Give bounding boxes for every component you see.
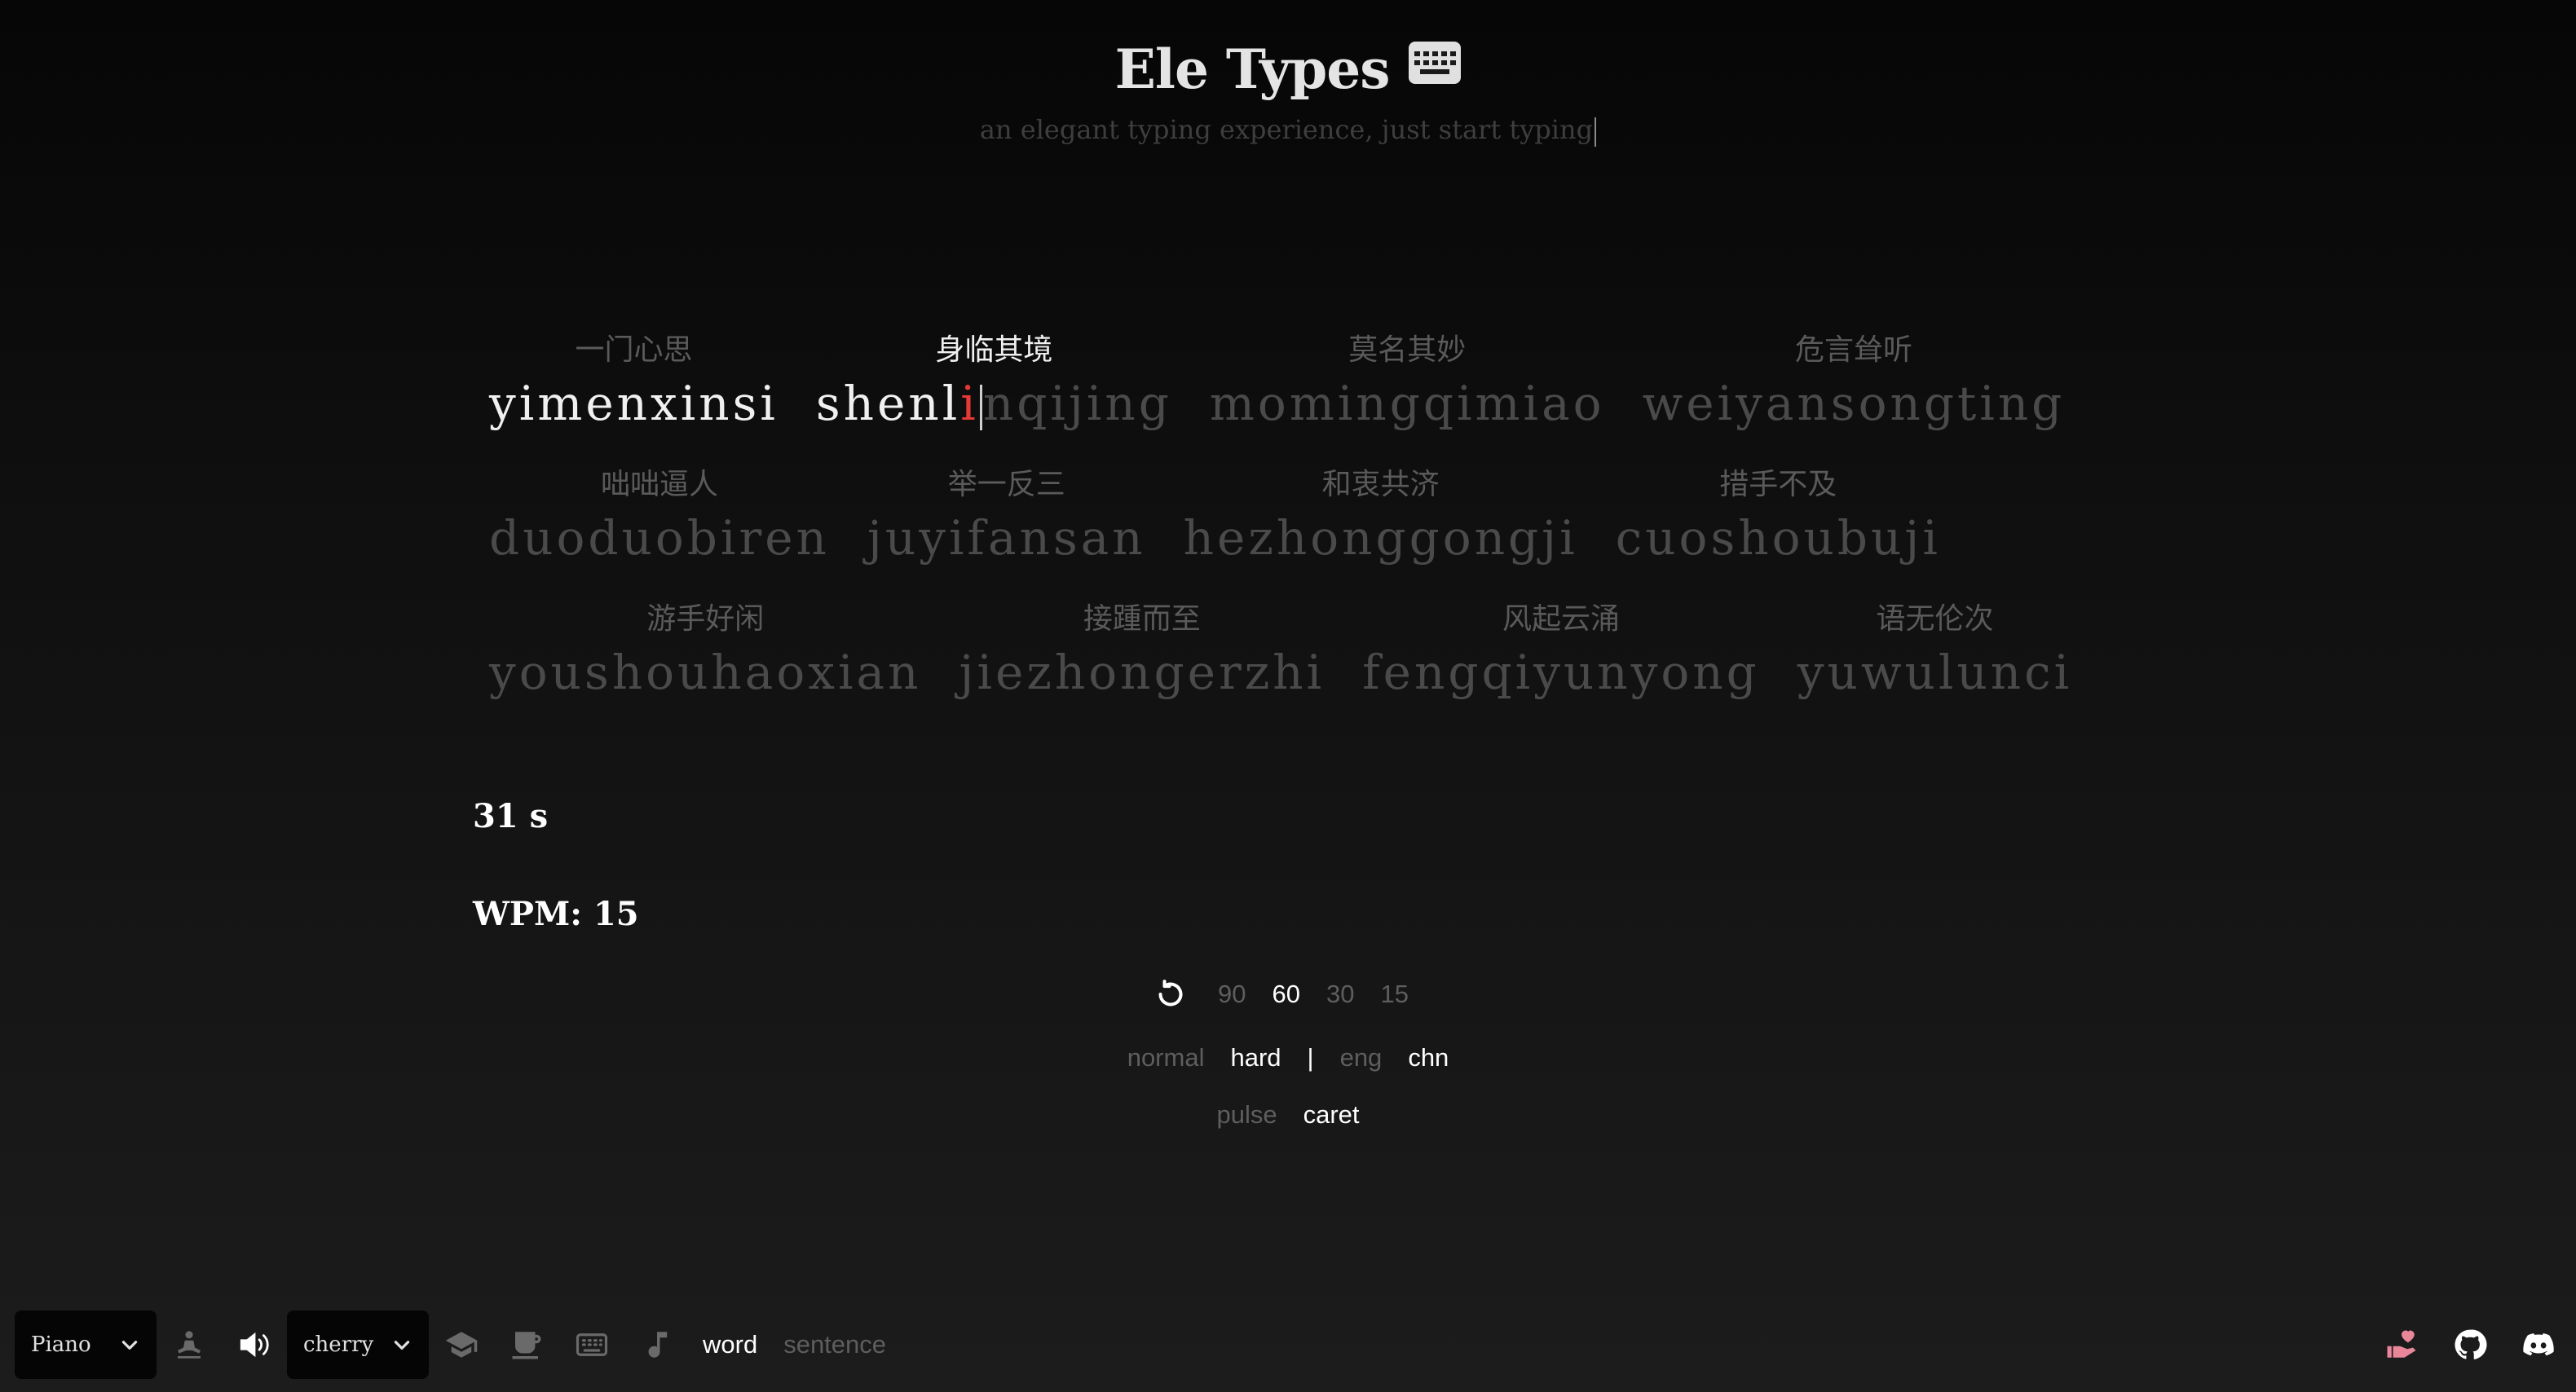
wrong-char: i bbox=[960, 376, 979, 431]
word-pinyin: hezhonggongji bbox=[1183, 510, 1578, 566]
graduation-cap-icon[interactable] bbox=[429, 1311, 494, 1379]
word-pinyin: juyifansan bbox=[867, 510, 1146, 566]
chevron-down-icon bbox=[121, 1341, 138, 1350]
word-pinyin: jiezhongerzhi bbox=[959, 645, 1325, 700]
title-row: Ele Types bbox=[0, 33, 2576, 106]
word-hanzi: 莫名其妙 bbox=[1348, 333, 1467, 367]
bottom-bar: Piano cherry word sentence bbox=[15, 1311, 899, 1379]
remaining-text: nqijing bbox=[982, 376, 1172, 431]
word-hanzi: 咄咄逼人 bbox=[600, 468, 718, 501]
word-hanzi: 举一反三 bbox=[947, 468, 1065, 501]
word-hanzi: 语无伦次 bbox=[1876, 602, 1994, 636]
keyboard-icon[interactable] bbox=[559, 1311, 624, 1379]
word-item: 措手不及 cuoshoubuji bbox=[1616, 465, 1941, 599]
word-item: 咄咄逼人 duoduobiren bbox=[489, 465, 830, 599]
typing-caret bbox=[979, 384, 982, 430]
word-hanzi: 措手不及 bbox=[1719, 468, 1837, 501]
caret-pulse[interactable]: pulse bbox=[1203, 1100, 1290, 1130]
word-pinyin: weiyansongting bbox=[1642, 376, 2066, 431]
word-item: 语无伦次 yuwulunci bbox=[1797, 599, 2072, 733]
header: Ele Types an elegant typing experience, … bbox=[0, 33, 2576, 147]
word-list[interactable]: 一门心思 yimenxinsi 身临其境 shenlinqijing 莫名其妙 momin… bbox=[489, 330, 2103, 733]
subtitle-text: an elegant typing experience, just start… bbox=[979, 114, 1594, 145]
zen-meditation-icon[interactable] bbox=[157, 1311, 222, 1379]
word-pinyin: fengqiyunyong bbox=[1362, 645, 1760, 700]
app-title: Ele Types bbox=[1114, 37, 1391, 101]
subtitle-cursor bbox=[1595, 117, 1597, 147]
volume-icon[interactable] bbox=[222, 1311, 287, 1379]
timer: 31 s bbox=[473, 797, 549, 835]
reset-icon[interactable] bbox=[1154, 978, 1187, 1011]
subtitle: an elegant typing experience, just start… bbox=[0, 114, 2576, 147]
word-hanzi: 一门心思 bbox=[575, 333, 693, 367]
word-item: 身临其境 shenlinqijing bbox=[816, 330, 1172, 465]
keyboard-icon bbox=[1409, 42, 1462, 84]
word-pinyin: momingqimiao bbox=[1209, 376, 1605, 431]
word-pinyin: yimenxinsi bbox=[489, 376, 779, 431]
word-hanzi: 接踵而至 bbox=[1083, 602, 1201, 636]
chevron-down-icon bbox=[394, 1341, 410, 1350]
word-line: 游手好闲 youshouhaoxian 接踵而至 jiezhongerzhi 风起云涌 f… bbox=[489, 599, 2103, 733]
theme-select-value: cherry bbox=[303, 1333, 374, 1357]
word-pinyin: yuwulunci bbox=[1797, 645, 2073, 700]
word-item: 和衷共济 hezhonggongji bbox=[1184, 465, 1578, 599]
word-hanzi: 和衷共济 bbox=[1321, 468, 1440, 501]
social-links bbox=[2379, 1311, 2561, 1379]
time-option-30[interactable]: 30 bbox=[1313, 980, 1367, 1009]
word-pinyin: cuoshoubuji bbox=[1615, 510, 1941, 566]
word-hanzi: 风起云涌 bbox=[1502, 602, 1620, 636]
word-pinyin: youshouhaoxian bbox=[489, 645, 922, 700]
word-item: 莫名其妙 momingqimiao bbox=[1210, 330, 1605, 465]
language-chn[interactable]: chn bbox=[1395, 1043, 1462, 1073]
word-pinyin: shenlinqijing bbox=[816, 371, 1172, 436]
theme-select[interactable]: cherry bbox=[287, 1311, 429, 1379]
word-line: 一门心思 yimenxinsi 身临其境 shenlinqijing 莫名其妙 momin… bbox=[489, 330, 2103, 465]
time-option-90[interactable]: 90 bbox=[1205, 980, 1259, 1009]
music-note-icon[interactable] bbox=[624, 1311, 690, 1379]
time-options: 90 60 30 15 bbox=[0, 978, 2576, 1011]
discord-icon[interactable] bbox=[2516, 1311, 2561, 1379]
time-option-15[interactable]: 15 bbox=[1367, 980, 1421, 1009]
sound-select-value: Piano bbox=[31, 1333, 91, 1357]
word-item: 一门心思 yimenxinsi bbox=[489, 330, 779, 465]
word-pinyin: duoduobiren bbox=[489, 510, 830, 566]
sound-select[interactable]: Piano bbox=[15, 1311, 157, 1379]
word-item: 游手好闲 youshouhaoxian bbox=[489, 599, 921, 733]
caret-options: pulse caret bbox=[0, 1100, 2576, 1130]
options-separator: | bbox=[1307, 1043, 1314, 1072]
word-hanzi: 游手好闲 bbox=[646, 602, 765, 636]
language-eng[interactable]: eng bbox=[1327, 1043, 1396, 1073]
mode-sentence[interactable]: sentence bbox=[770, 1330, 899, 1359]
difficulty-hard[interactable]: hard bbox=[1217, 1043, 1294, 1073]
word-item: 接踵而至 jiezhongerzhi bbox=[959, 599, 1325, 733]
typed-text: shenl bbox=[815, 376, 961, 431]
word-item: 举一反三 juyifansan bbox=[867, 465, 1146, 599]
word-item: 危言耸听 weiyansongting bbox=[1643, 330, 2066, 465]
donate-heart-icon[interactable] bbox=[2379, 1311, 2424, 1379]
caret-caret[interactable]: caret bbox=[1290, 1100, 1373, 1130]
word-hanzi: 危言耸听 bbox=[1794, 333, 1912, 367]
word-line: 咄咄逼人 duoduobiren 举一反三 juyifansan 和衷共济 hezhong… bbox=[489, 465, 2103, 599]
wpm-counter: WPM: 15 bbox=[473, 895, 639, 933]
word-hanzi: 身临其境 bbox=[935, 333, 1053, 367]
coffee-icon[interactable] bbox=[494, 1311, 559, 1379]
mode-word[interactable]: word bbox=[690, 1330, 770, 1359]
time-option-60[interactable]: 60 bbox=[1259, 980, 1313, 1009]
github-icon[interactable] bbox=[2447, 1311, 2493, 1379]
mode-options: normal hard | eng chn bbox=[0, 1043, 2576, 1073]
word-item: 风起云涌 fengqiyunyong bbox=[1362, 599, 1760, 733]
difficulty-normal[interactable]: normal bbox=[1114, 1043, 1218, 1073]
